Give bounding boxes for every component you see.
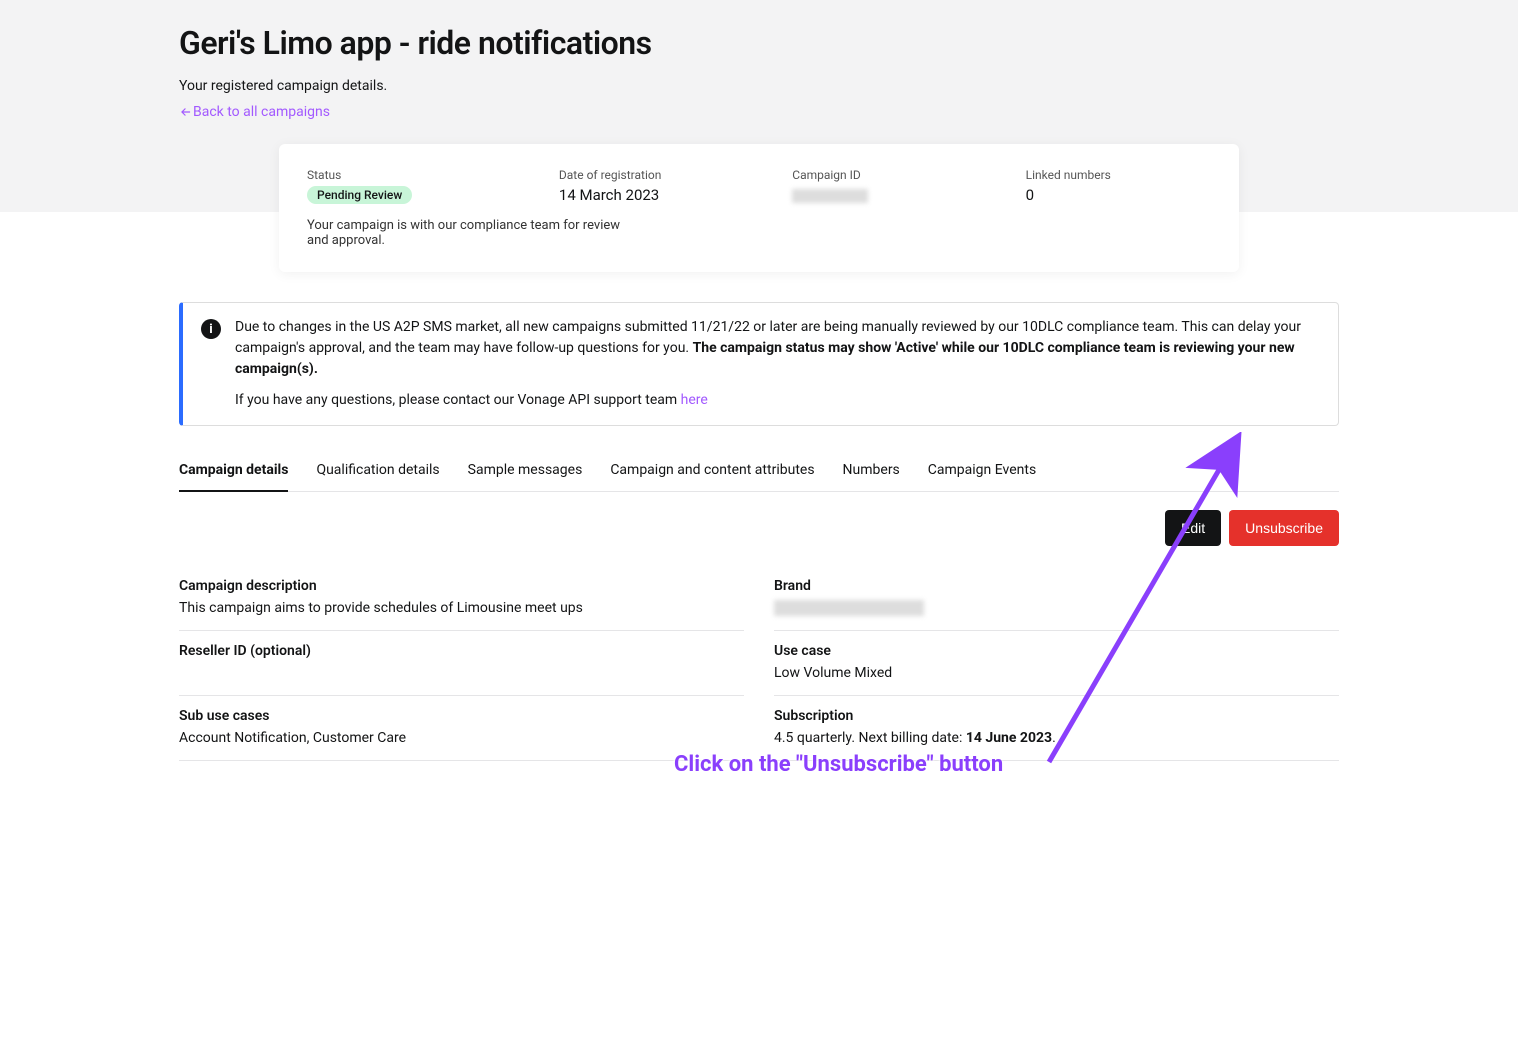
info-banner: i Due to changes in the US A2P SMS marke… [179,302,1339,426]
page-title: Geri's Limo app - ride notifications [179,24,1339,62]
use-case-value: Low Volume Mixed [774,665,1339,681]
brand-label: Brand [774,578,1339,594]
back-link-text: Back to all campaigns [193,104,330,120]
tab-campaign-events[interactable]: Campaign Events [928,450,1036,492]
brand-redacted [774,600,924,616]
info-icon: i [201,319,221,339]
sub-use-cases-value: Account Notification, Customer Care [179,730,744,746]
date-value: 14 March 2023 [559,186,744,204]
support-link[interactable]: here [681,392,708,408]
tab-campaign-details[interactable]: Campaign details [179,450,288,492]
campaign-id-label: Campaign ID [792,168,977,182]
back-to-campaigns-link[interactable]: Back to all campaigns [179,104,330,120]
linked-numbers-label: Linked numbers [1026,168,1211,182]
campaign-description-value: This campaign aims to provide schedules … [179,600,744,616]
tab-qualification-details[interactable]: Qualification details [316,450,439,492]
edit-button[interactable]: Edit [1165,510,1221,546]
status-badge: Pending Review [307,186,412,204]
reseller-id-label: Reseller ID (optional) [179,643,744,659]
campaign-id-redacted [792,189,868,203]
linked-numbers-value: 0 [1026,186,1211,204]
summary-card: Status Pending Review Date of registrati… [279,144,1239,272]
tab-campaign-attributes[interactable]: Campaign and content attributes [610,450,814,492]
campaign-description-label: Campaign description [179,578,744,594]
status-label: Status [307,168,511,182]
status-note: Your campaign is with our compliance tea… [307,218,637,248]
arrow-left-icon [179,105,193,119]
tabs: Campaign details Qualification details S… [179,450,1339,492]
banner-line-1: Due to changes in the US A2P SMS market,… [235,317,1320,380]
sub-use-cases-label: Sub use cases [179,708,744,724]
tab-numbers[interactable]: Numbers [843,450,900,492]
banner-line-2: If you have any questions, please contac… [235,390,1320,411]
unsubscribe-button[interactable]: Unsubscribe [1229,510,1339,546]
date-label: Date of registration [559,168,744,182]
subscription-value: 4.5 quarterly. Next billing date: 14 Jun… [774,730,1339,746]
subscription-label: Subscription [774,708,1339,724]
use-case-label: Use case [774,643,1339,659]
page-subtitle: Your registered campaign details. [179,78,1339,94]
tab-sample-messages[interactable]: Sample messages [468,450,583,492]
